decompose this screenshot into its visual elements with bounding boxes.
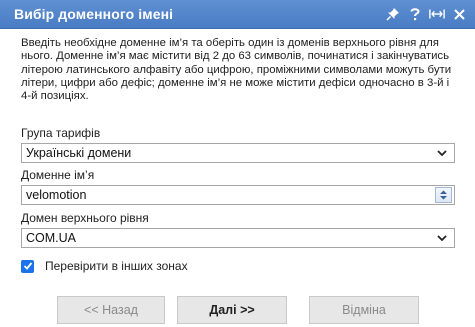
- dialog-body: Введіть необхідне доменне ім’я та оберіт…: [21, 37, 453, 103]
- titlebar-icons: [385, 6, 467, 22]
- dialog-titlebar[interactable]: Вибір доменного імені: [0, 0, 475, 29]
- close-icon[interactable]: [451, 6, 467, 22]
- domain-name-input[interactable]: velomotion: [21, 185, 455, 205]
- back-button[interactable]: << Назад: [57, 296, 165, 324]
- chevron-down-icon: [437, 235, 447, 242]
- tariff-group-label: Група тарифів: [21, 126, 101, 140]
- check-other-zones-checkbox[interactable]: [21, 259, 34, 273]
- help-icon[interactable]: [407, 6, 423, 22]
- tld-value: COM.UA: [26, 231, 76, 245]
- check-other-zones-row[interactable]: Перевірити в інших зонах: [21, 259, 188, 273]
- check-other-zones-label: Перевірити в інших зонах: [45, 259, 188, 273]
- domain-selection-dialog: Вибір доменного імені Введіть необхідне …: [0, 0, 475, 327]
- domain-name-value: velomotion: [26, 188, 87, 202]
- tariff-group-select[interactable]: Українські домени: [21, 143, 455, 163]
- domain-name-label: Доменне ім’я: [21, 168, 95, 182]
- dialog-title: Вибір доменного імені: [14, 6, 174, 22]
- chevron-down-icon: [437, 150, 447, 157]
- next-button[interactable]: Далі >>: [177, 296, 287, 324]
- tld-label: Домен верхнього рівня: [21, 211, 149, 225]
- spinner-icon[interactable]: [435, 187, 452, 203]
- tld-select[interactable]: COM.UA: [21, 228, 455, 248]
- cancel-button[interactable]: Відміна: [309, 296, 419, 324]
- expand-icon[interactable]: [429, 6, 445, 22]
- tariff-group-value: Українські домени: [26, 146, 132, 160]
- instructions-text: Введіть необхідне доменне ім’я та оберіт…: [21, 37, 452, 103]
- checkmark-icon: [23, 262, 32, 270]
- pin-icon[interactable]: [385, 6, 401, 22]
